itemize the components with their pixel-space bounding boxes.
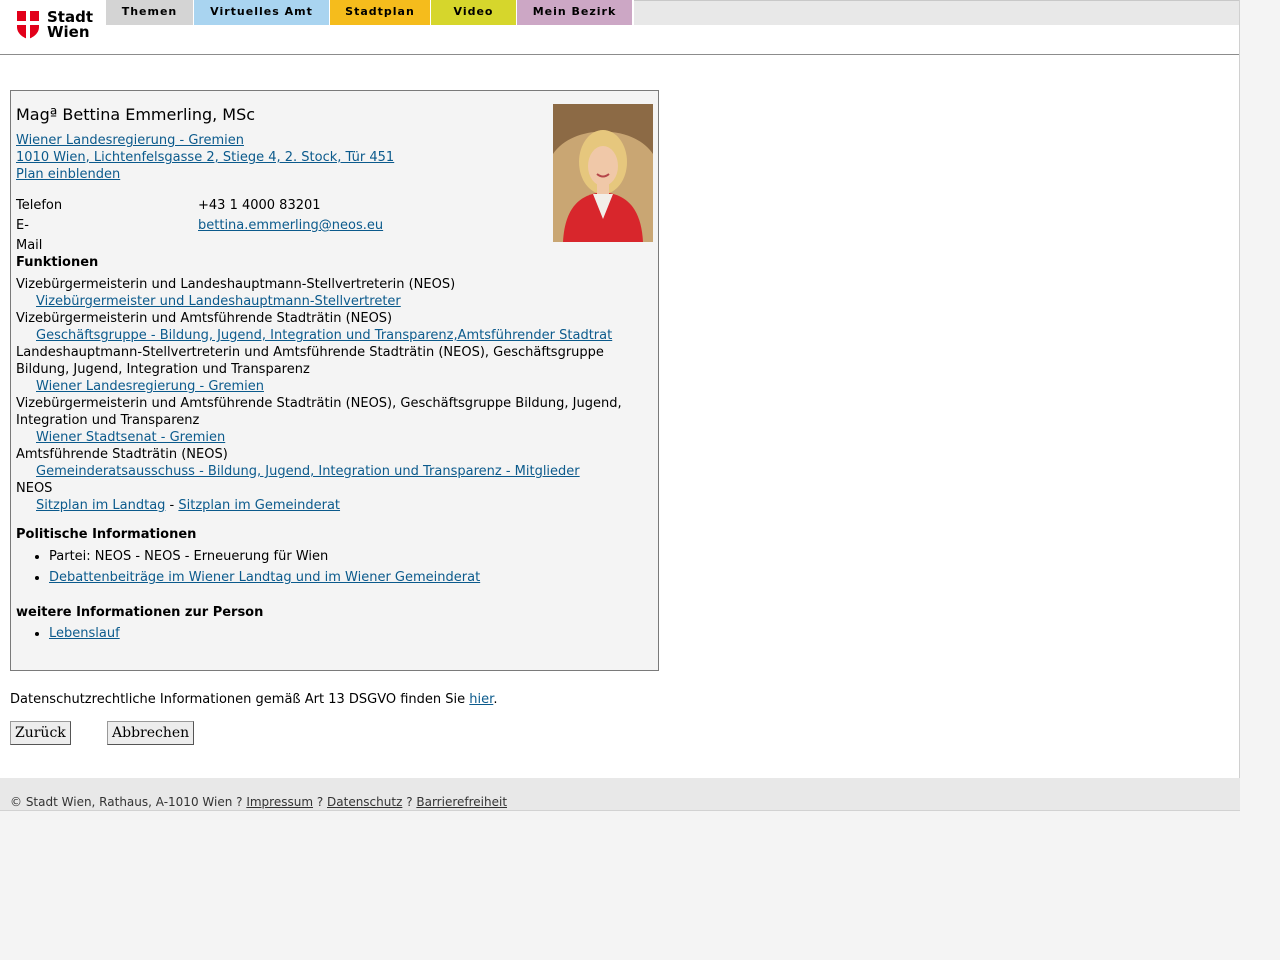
privacy-notice: Datenschutzrechtliche Informationen gemä… [10, 691, 497, 709]
function-title: Vizebürgermeisterin und Landeshauptmann-… [16, 277, 456, 292]
political-list: Partei: NEOS - NEOS - Erneuerung für Wie… [16, 548, 480, 590]
footer-separator: ? [402, 795, 417, 809]
cancel-button[interactable]: Abbrechen [107, 721, 195, 745]
debate-link[interactable]: Debattenbeiträge im Wiener Landtag und i… [49, 570, 480, 585]
stadt-wien-logo[interactable]: Stadt Wien [17, 10, 97, 41]
tab-stadtplan[interactable]: Stadtplan [330, 0, 431, 25]
privacy-suffix: . [493, 692, 498, 707]
seat-plan-landtag-link[interactable]: Sitzplan im Landtag [36, 498, 165, 513]
person-name: Magª Bettina Emmerling, MSc [16, 105, 256, 124]
function-link[interactable]: Wiener Stadtsenat - Gremien [16, 429, 641, 446]
seat-plan-links: Sitzplan im Landtag - Sitzplan im Gemein… [16, 497, 641, 514]
person-card: Magª Bettina Emmerling, MSc Wiener Lande… [10, 90, 659, 671]
party-item: Partei: NEOS - NEOS - Erneuerung für Wie… [49, 548, 480, 565]
cv-link[interactable]: Lebenslauf [49, 626, 120, 641]
tab-mein-bezirk[interactable]: Mein Bezirk [517, 0, 634, 25]
footer-separator: ? [313, 795, 328, 809]
function-title: Vizebürgermeisterin und Amtsführende Sta… [16, 311, 393, 326]
footer-copyright: © Stadt Wien, Rathaus, A-1010 Wien ? [10, 795, 247, 809]
site-footer: © Stadt Wien, Rathaus, A-1010 Wien ? Imp… [0, 778, 1240, 811]
tab-video[interactable]: Video [431, 0, 517, 25]
wien-shield-icon [17, 11, 39, 39]
org-links: Wiener Landesregierung - Gremien 1010 Wi… [16, 132, 394, 183]
phone-label: Telefon [16, 198, 63, 213]
further-info-heading: weitere Informationen zur Person [16, 605, 264, 620]
tab-virtuelles-amt[interactable]: Virtuelles Amt [194, 0, 330, 25]
function-link[interactable]: Gemeinderatsausschuss - Bildung, Jugend,… [16, 463, 641, 480]
address-link[interactable]: 1010 Wien, Lichtenfelsgasse 2, Stiege 4,… [16, 149, 394, 166]
function-link[interactable]: Geschäftsgruppe - Bildung, Jugend, Integ… [16, 327, 641, 344]
phone-value: +43 1 4000 83201 [198, 198, 321, 213]
function-title: Vizebürgermeisterin und Amtsführende Sta… [16, 396, 622, 428]
logo-text: Stadt Wien [47, 10, 93, 40]
privacy-text: Datenschutzrechtliche Informationen gemä… [10, 692, 470, 707]
further-info-list: Lebenslauf [16, 625, 120, 646]
functions-list: Vizebürgermeisterin und Landeshauptmann-… [16, 276, 641, 514]
seat-plan-gemeinderat-link[interactable]: Sitzplan im Gemeinderat [178, 498, 340, 513]
back-button[interactable]: Zurück [10, 721, 71, 745]
tab-themen[interactable]: Themen [106, 0, 194, 25]
show-plan-link[interactable]: Plan einblenden [16, 166, 394, 183]
seat-plan-separator: - [165, 498, 179, 513]
org-link[interactable]: Wiener Landesregierung - Gremien [16, 132, 394, 149]
logo-text-line2: Wien [47, 23, 90, 41]
function-link[interactable]: Vizebürgermeister und Landeshauptmann-St… [16, 293, 641, 310]
barrierefreiheit-link[interactable]: Barrierefreiheit [416, 795, 507, 809]
email-link[interactable]: bettina.emmerling@neos.eu [198, 216, 383, 236]
debate-item: Debattenbeiträge im Wiener Landtag und i… [49, 569, 480, 586]
footer-text: © Stadt Wien, Rathaus, A-1010 Wien ? Imp… [10, 795, 507, 809]
page: Stadt Wien Themen Virtuelles Amt Stadtpl… [0, 0, 1240, 778]
function-link[interactable]: Wiener Landesregierung - Gremien [16, 378, 641, 395]
portrait-image [553, 104, 653, 242]
privacy-link[interactable]: hier [469, 692, 493, 707]
email-label: E-Mail [16, 218, 43, 253]
function-title: Landeshauptmann-Stellvertreterin und Amt… [16, 345, 604, 377]
functions-heading: Funktionen [16, 255, 99, 270]
site-header: Stadt Wien Themen Virtuelles Amt Stadtpl… [0, 0, 1239, 55]
function-title-neos: NEOS [16, 481, 53, 496]
political-heading: Politische Informationen [16, 527, 197, 542]
person-photo [553, 104, 653, 242]
datenschutz-link[interactable]: Datenschutz [327, 795, 402, 809]
function-title: Amtsführende Stadträtin (NEOS) [16, 447, 228, 462]
cv-item: Lebenslauf [49, 625, 120, 642]
impressum-link[interactable]: Impressum [246, 795, 313, 809]
